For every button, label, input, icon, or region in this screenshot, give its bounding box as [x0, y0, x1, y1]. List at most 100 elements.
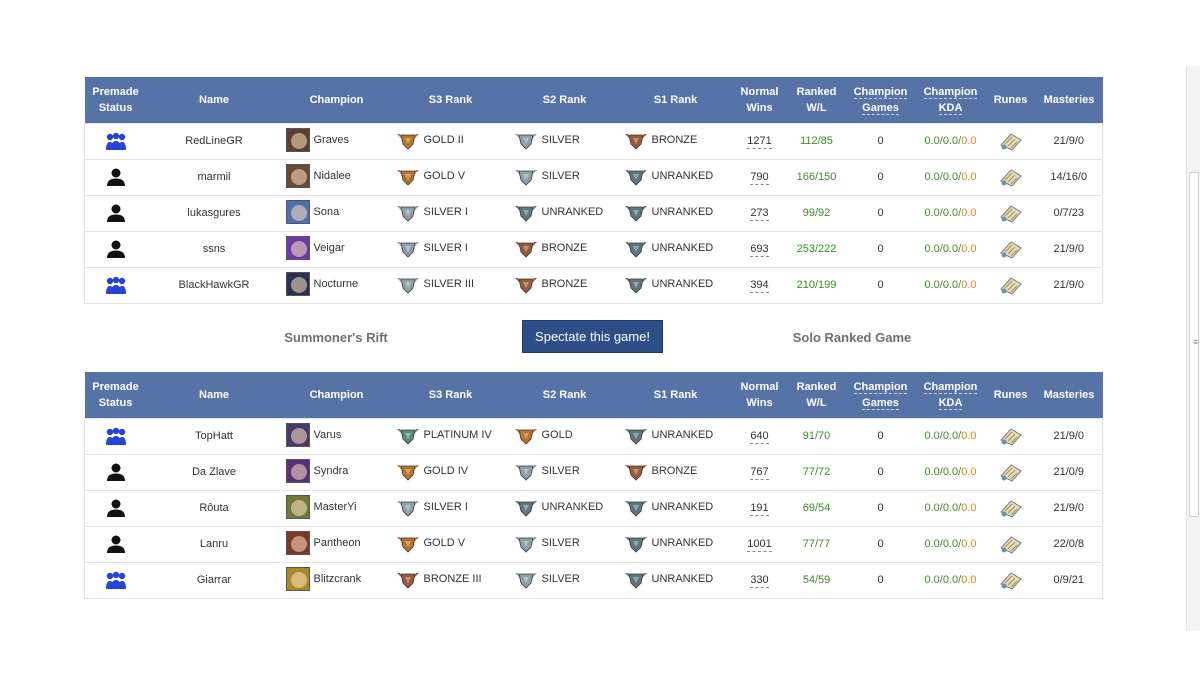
runes-cell[interactable]	[985, 122, 1036, 160]
masteries: 22/0/8	[1053, 538, 1085, 550]
page-scrollbar[interactable]: ≡	[1186, 66, 1200, 631]
normal-wins[interactable]: 394	[750, 279, 769, 293]
rune-book-icon[interactable]	[999, 167, 1023, 187]
s2-rank: SILVER	[514, 533, 580, 553]
champion-games: 0	[877, 430, 884, 442]
champion-kda-kd: 0.0/0.0/	[924, 574, 962, 586]
champion-kda-kd: 0.0/0.0/	[924, 430, 962, 442]
runes-cell[interactable]	[985, 417, 1036, 455]
summoner-name[interactable]: Lanru	[200, 538, 228, 550]
rune-book-icon[interactable]	[999, 275, 1023, 295]
masteries-cell: 21/9/0	[1035, 489, 1103, 527]
premade-group-icon	[105, 132, 126, 150]
rune-book-icon[interactable]	[999, 534, 1023, 554]
runes-cell[interactable]	[985, 194, 1036, 232]
s3-rank-label: GOLD II	[423, 133, 464, 146]
rune-book-icon[interactable]	[999, 570, 1023, 590]
scrollbar-thumb[interactable]: ≡	[1189, 172, 1199, 517]
runes-cell[interactable]	[985, 158, 1036, 196]
summoner-name[interactable]: RedLineGR	[185, 135, 242, 147]
header-champion-kda: Champion KDA	[915, 372, 986, 418]
normal-wins[interactable]: 767	[750, 466, 769, 480]
normal-wins[interactable]: 330	[750, 574, 769, 588]
spectate-button[interactable]: Spectate this game!	[522, 320, 663, 353]
champion-cell: Graves	[281, 122, 392, 160]
summoner-name[interactable]: ssns	[203, 243, 226, 255]
ranked-wl: 69/54	[802, 502, 831, 514]
rune-book-icon[interactable]	[999, 203, 1023, 223]
runes-cell[interactable]	[985, 561, 1036, 599]
summoner-name[interactable]: Da Zlave	[192, 466, 236, 478]
normal-wins[interactable]: 1001	[747, 538, 772, 552]
bronze-emblem-icon	[624, 133, 647, 150]
rune-book-icon[interactable]	[999, 426, 1023, 446]
rune-book-icon[interactable]	[999, 239, 1023, 259]
champion-name: Nocturne	[313, 277, 359, 290]
rune-book-icon[interactable]	[999, 131, 1023, 151]
summoner-name[interactable]: marmil	[198, 171, 231, 183]
normal-wins[interactable]: 1271	[747, 135, 772, 149]
summoner-name[interactable]: BlackHawkGR	[179, 279, 250, 291]
s3-rank-label: SILVER I	[423, 241, 468, 254]
champion-kda-kd: 0.0/0.0/	[924, 466, 962, 478]
header-champion-kda-label[interactable]: Champion KDA	[923, 380, 978, 410]
s3-rank-cell: SILVER I	[391, 230, 510, 268]
summoner-name[interactable]: Rôuta	[199, 502, 228, 514]
champion-cell: Nocturne	[281, 266, 392, 304]
normal-wins[interactable]: 191	[750, 502, 769, 516]
s1-rank: UNRANKED	[624, 274, 713, 294]
runes-cell[interactable]	[985, 453, 1036, 491]
header-ranked-wl: Ranked W/L	[787, 77, 846, 123]
runes-cell[interactable]	[985, 525, 1036, 563]
champion-games-cell: 0	[845, 122, 916, 160]
s2-rank: UNRANKED	[514, 497, 603, 517]
normal-wins[interactable]: 693	[750, 243, 769, 257]
champion-kda-cell: 0.0/0.0/0.0	[915, 122, 986, 160]
ranked-wl-cell: 54/59	[787, 561, 846, 599]
runes-cell[interactable]	[985, 489, 1036, 527]
runes-cell[interactable]	[985, 266, 1036, 304]
premade-status-cell	[84, 561, 147, 599]
s2-rank: UNRANKED	[514, 202, 603, 222]
champion-portrait	[285, 566, 310, 591]
summoner-name[interactable]: Giarrar	[197, 574, 231, 586]
summoner-name[interactable]: TopHatt	[195, 430, 233, 442]
normal-wins[interactable]: 640	[750, 430, 769, 444]
rune-book-icon[interactable]	[999, 498, 1023, 518]
unranked-emblem-icon	[624, 500, 647, 517]
header-champion-games-label[interactable]: Champion Games	[853, 380, 908, 410]
s3-rank: GOLD V	[396, 166, 465, 186]
team-2-table: Premade Status Name Champion S3 Rank S2 …	[84, 372, 1103, 599]
s1-rank-label: UNRANKED	[651, 572, 714, 585]
gold-emblem-icon	[396, 169, 419, 186]
normal-wins[interactable]: 790	[750, 171, 769, 185]
s2-rank-label: BRONZE	[541, 241, 588, 254]
s2-rank-label: SILVER	[541, 133, 580, 146]
rune-book-icon[interactable]	[999, 462, 1023, 482]
champion-kda-kd: 0.0/0.0/	[924, 502, 962, 514]
champion-kda-assists: 0.0	[961, 502, 977, 514]
premade-group-icon	[105, 427, 126, 445]
normal-wins-cell: 1271	[731, 122, 788, 160]
header-normal-wins: Normal Wins	[731, 77, 788, 123]
header-champion-games-label[interactable]: Champion Games	[853, 85, 908, 115]
masteries-cell: 0/9/21	[1035, 561, 1103, 599]
s1-rank-cell: UNRANKED	[619, 194, 732, 232]
premade-group-icon	[105, 276, 126, 294]
champion-kda-cell: 0.0/0.0/0.0	[915, 489, 986, 527]
s2-rank: SILVER	[514, 569, 580, 589]
s1-rank: UNRANKED	[624, 425, 713, 445]
s1-rank: UNRANKED	[624, 238, 713, 258]
normal-wins[interactable]: 273	[750, 207, 769, 221]
summoner-name[interactable]: lukasgures	[187, 207, 240, 219]
silver-emblem-icon	[514, 169, 537, 186]
champion-portrait	[285, 127, 310, 152]
champion-name: Blitzcrank	[313, 572, 362, 585]
ranked-wl-cell: 210/199	[787, 266, 846, 304]
header-champion-kda-label[interactable]: Champion KDA	[923, 85, 978, 115]
runes-cell[interactable]	[985, 230, 1036, 268]
header-s1-rank: S1 Rank	[619, 77, 732, 123]
s1-rank-cell: UNRANKED	[619, 230, 732, 268]
champion-kda-kd: 0.0/0.0/	[924, 279, 962, 291]
masteries-cell: 21/9/0	[1035, 266, 1103, 304]
